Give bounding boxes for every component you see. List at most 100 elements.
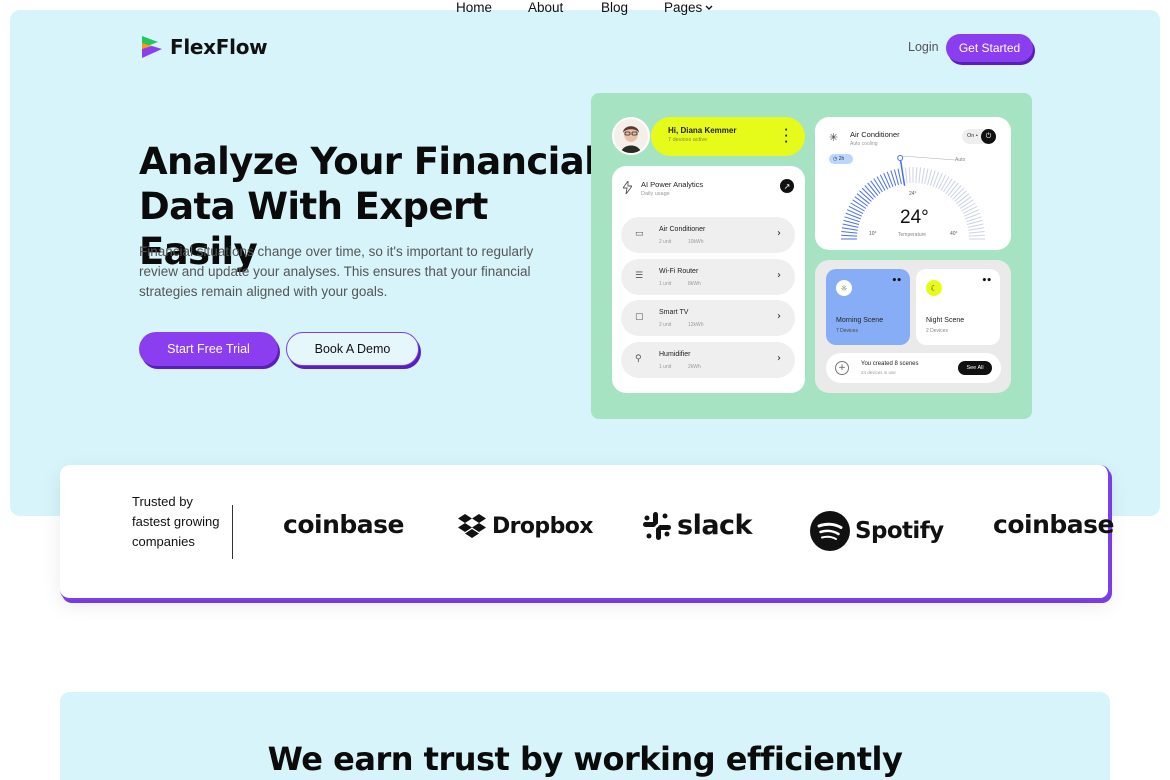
gauge-tick [940, 176, 950, 191]
brand-label: coinbase [283, 510, 404, 539]
ac-temp-small: 24° [909, 191, 917, 197]
device-name: Humidifier [659, 351, 691, 358]
logo-icon [140, 34, 164, 60]
scene-name: Night Scene [926, 317, 965, 324]
ac-auto-label: Auto [955, 157, 966, 163]
gauge-tick [841, 231, 858, 234]
gauge-tick [918, 167, 921, 184]
ac-max-label: 40° [950, 231, 958, 237]
gauge-tick [852, 199, 867, 209]
gauge-tick [968, 231, 985, 234]
chevron-right-icon: › [777, 228, 781, 239]
gauge-tick [935, 172, 943, 189]
device-units: 1 unit [659, 364, 672, 370]
book-demo-button[interactable]: Book A Demo [286, 332, 419, 366]
dropbox-icon [458, 514, 486, 538]
more-icon[interactable]: · · · [784, 126, 788, 148]
lightning-icon [622, 179, 633, 197]
gauge-tick [879, 174, 889, 190]
device-usage: 10kWh [688, 239, 704, 245]
nav-pages-label: Pages [664, 0, 703, 15]
get-started-button[interactable]: Get Started [946, 34, 1033, 62]
nav-pages[interactable]: Pages [664, 0, 713, 15]
device-name: Wi-Fi Router [659, 268, 699, 275]
logo[interactable]: FlexFlow [140, 34, 268, 60]
slack-icon [643, 511, 671, 540]
logo-spotify: Spotify [810, 511, 944, 551]
logo-dropbox: Dropbox [457, 513, 593, 539]
scene-sub: 2 Devices [926, 328, 948, 334]
ac-temperature: 24° [900, 207, 929, 228]
device-usage: 2kWh [688, 364, 701, 370]
device-name: Smart TV [659, 309, 689, 316]
chevron-right-icon: › [777, 311, 781, 322]
gauge-tick [841, 234, 858, 237]
analytics-card: AI Power Analytics Daily usage ↗ ▭ Air C… [612, 166, 805, 393]
ac-temp-label: Temperature [898, 232, 927, 238]
gauge-guide [902, 155, 956, 161]
gauge-tick [842, 223, 859, 228]
device-units: 2 unit [659, 322, 672, 328]
summary-title: You created 8 scenes [861, 361, 919, 367]
morning-scene-card[interactable]: ☼ •• Morning Scene 7 Devices [826, 269, 910, 345]
more-icon[interactable]: •• [891, 276, 901, 286]
gauge-tick [848, 205, 864, 215]
analytics-sub: Daily usage [641, 191, 670, 197]
logo-coinbase: coinbase [993, 510, 1114, 539]
gauge-tick [915, 167, 918, 184]
gauge-tick [924, 168, 929, 185]
temperature-gauge[interactable] [815, 117, 1011, 250]
gauge-tick [908, 167, 911, 184]
gauge-tick [961, 202, 976, 212]
gauge-tick [850, 202, 865, 212]
gauge-tick [937, 174, 947, 190]
scene-name: Morning Scene [836, 317, 884, 324]
device-usage: 8kWh [688, 281, 701, 287]
analytics-title: AI Power Analytics [641, 180, 704, 189]
gauge-tick [968, 234, 985, 237]
more-icon[interactable]: •• [981, 276, 991, 286]
logo-text: FlexFlow [170, 35, 268, 59]
summary-sub: 24 devices in use [861, 370, 896, 375]
device-row[interactable]: ☰ Wi-Fi Router 1 unit 8kWh › [621, 259, 795, 295]
avatar [612, 117, 650, 155]
night-scene-card[interactable]: ☾ •• Night Scene 2 Devices [916, 269, 1000, 345]
brand-label: slack [677, 510, 753, 541]
gauge-tick [905, 167, 908, 184]
ac-min-label: 10° [869, 231, 877, 237]
trust-text: Trusted by fastest growing companies [132, 494, 220, 549]
login-link[interactable]: Login [908, 40, 939, 54]
arrow-up-right-icon[interactable]: ↗ [780, 179, 794, 193]
hero-title-line1: Analyze Your Financial [139, 140, 597, 183]
user-greeting-card[interactable]: Hi, Diana Kemmer 7 devices active · · · [651, 117, 805, 156]
device-units: 2 unit [659, 239, 672, 245]
logo-coinbase: coinbase [283, 510, 404, 539]
divider [232, 505, 233, 559]
nav-about[interactable]: About [528, 0, 563, 15]
router-icon: ☰ [635, 271, 644, 281]
start-free-trial-button[interactable]: Start Free Trial [139, 332, 278, 366]
gauge-knob [897, 155, 904, 161]
device-units: 1 unit [659, 281, 672, 287]
logo-slack: slack [642, 510, 753, 541]
hero-description: Financial situations change over time, s… [139, 244, 534, 299]
device-row[interactable]: ▢ Smart TV 2 unit 12kWh › [621, 300, 795, 336]
nav-blog[interactable]: Blog [601, 0, 628, 15]
tv-icon: ▢ [635, 312, 644, 322]
add-icon[interactable]: + [835, 361, 849, 375]
ac-icon: ▭ [635, 229, 644, 239]
brand-label: Dropbox [492, 513, 593, 539]
gauge-tick [921, 167, 925, 184]
gauge-tick [943, 178, 953, 193]
scene-sub: 7 Devices [836, 328, 858, 334]
see-all-button[interactable]: See All [958, 361, 992, 375]
gauge-tick [883, 172, 891, 189]
gauge-tick [876, 176, 886, 191]
section-title: We earn trust by working efficiently [267, 740, 903, 778]
scene-summary: + You created 8 scenes 24 devices in use… [826, 353, 1001, 383]
gauge-tick [962, 205, 978, 215]
device-row[interactable]: ▭ Air Conditioner 2 unit 10kWh › [621, 217, 795, 253]
device-row[interactable]: ⚲ Humidifier 1 unit 2kWh › [621, 342, 795, 378]
moon-icon: ☾ [926, 280, 942, 296]
nav-home[interactable]: Home [456, 0, 492, 15]
